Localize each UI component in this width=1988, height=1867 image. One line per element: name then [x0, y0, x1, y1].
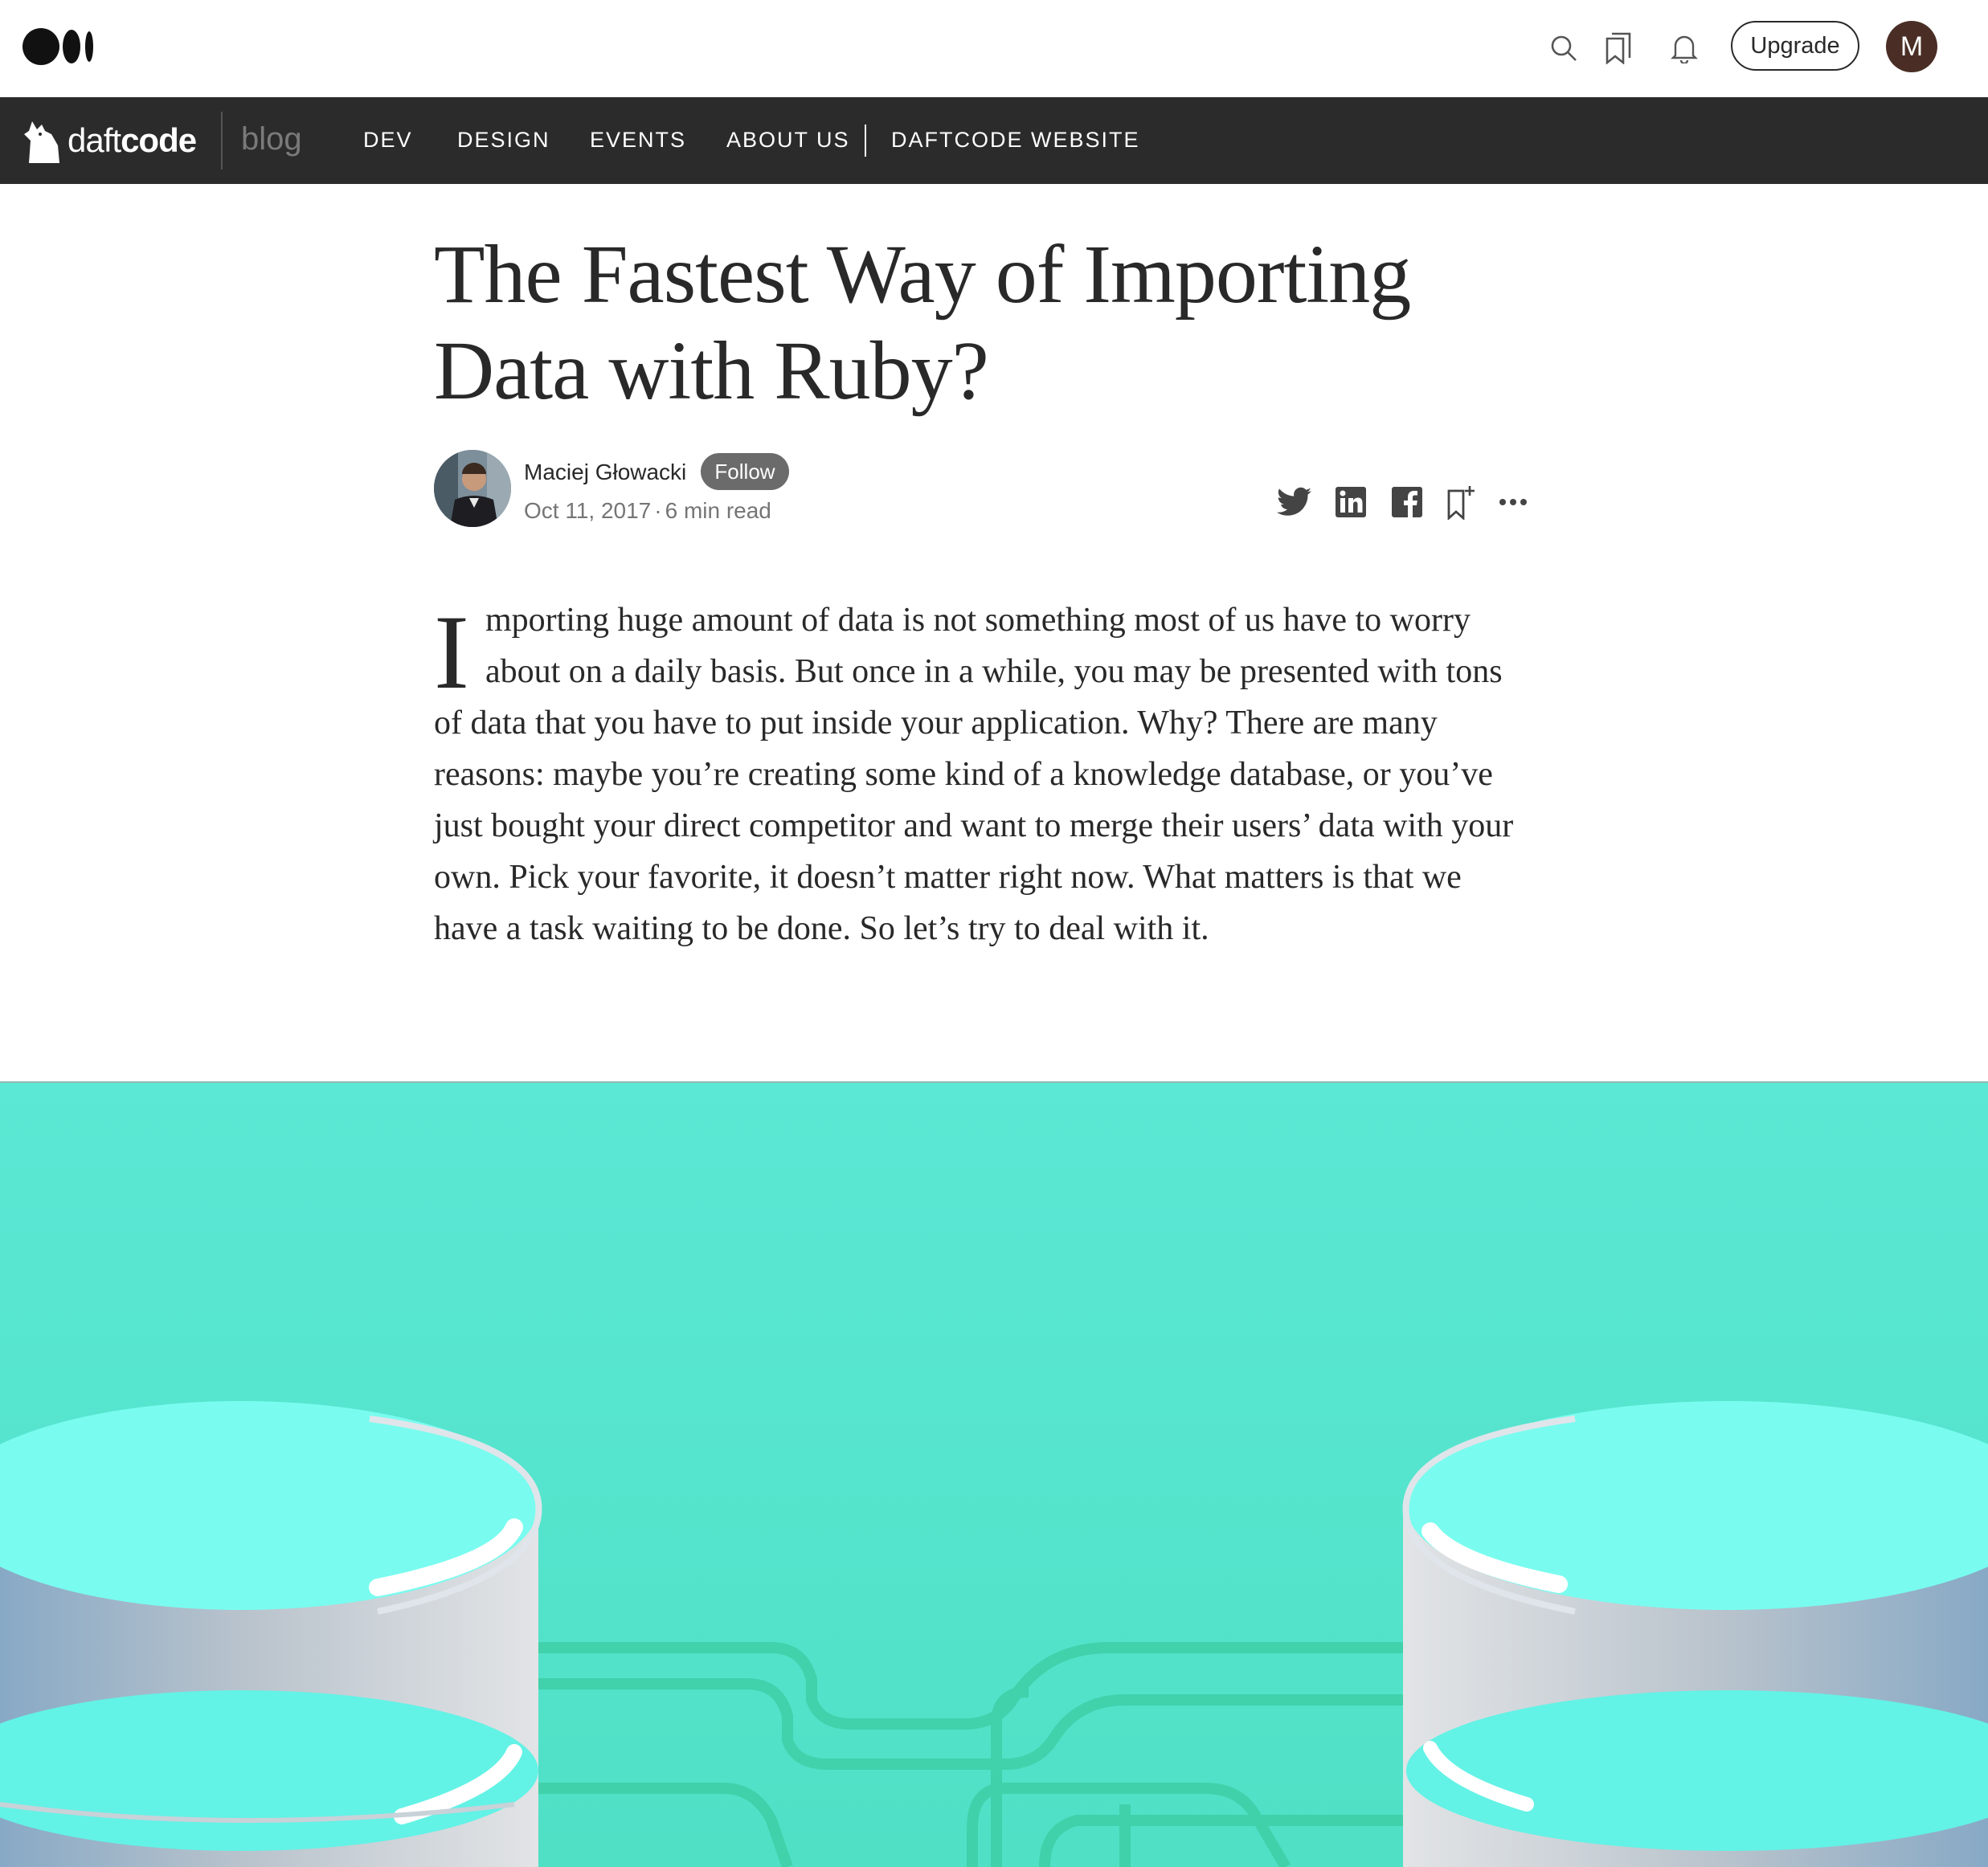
twitter-icon[interactable] — [1274, 482, 1315, 522]
nav-item-events[interactable]: EVENTS — [590, 128, 686, 153]
nav-item-daftcode-website[interactable]: DAFTCODE WEBSITE — [891, 128, 1140, 153]
read-time: 6 min read — [665, 498, 771, 523]
article-paragraph: mporting huge amount of data is not some… — [434, 602, 1514, 947]
medium-logo[interactable] — [22, 27, 95, 66]
facebook-icon[interactable] — [1387, 482, 1427, 522]
drop-cap: I — [434, 593, 469, 711]
nav-item-about-us[interactable]: ABOUT US — [726, 128, 850, 153]
upgrade-button[interactable]: Upgrade — [1731, 21, 1859, 71]
more-icon[interactable] — [1493, 482, 1533, 522]
nav-item-dev[interactable]: DEV — [363, 128, 413, 153]
article-meta: Oct 11, 2017 · 6 min read — [524, 498, 771, 523]
bell-icon[interactable] — [1662, 26, 1707, 71]
article-title: The Fastest Way of Importing Data with R… — [434, 228, 1411, 417]
publication-nav: daftcode blog DEV DESIGN EVENTS ABOUT US… — [0, 97, 1988, 184]
search-icon[interactable] — [1541, 26, 1586, 71]
database-left-icon — [0, 1401, 542, 1867]
article-body: Importing huge amount of data is not som… — [434, 594, 1527, 954]
publish-date: Oct 11, 2017 — [524, 498, 652, 523]
divider — [221, 112, 223, 170]
nav-item-design[interactable]: DESIGN — [457, 128, 550, 153]
user-avatar[interactable]: M — [1886, 21, 1937, 72]
bookmark-add-icon[interactable] — [1440, 482, 1480, 522]
author-name[interactable]: Maciej Głowacki — [524, 460, 686, 485]
publication-name: daft — [67, 121, 121, 159]
database-right-icon — [1402, 1401, 1988, 1867]
daftcode-logo[interactable]: daftcode — [21, 116, 197, 165]
horse-icon — [24, 121, 59, 163]
follow-button[interactable]: Follow — [701, 453, 789, 490]
blog-label[interactable]: blog — [241, 121, 302, 157]
nav-divider — [865, 125, 866, 157]
linkedin-icon[interactable] — [1331, 482, 1371, 522]
bookmarks-icon[interactable] — [1596, 26, 1641, 71]
author-avatar[interactable] — [434, 450, 511, 527]
top-bar: Upgrade M — [0, 0, 1988, 97]
hero-illustration — [0, 1081, 1988, 1867]
publication-name-bold: code — [121, 121, 197, 159]
